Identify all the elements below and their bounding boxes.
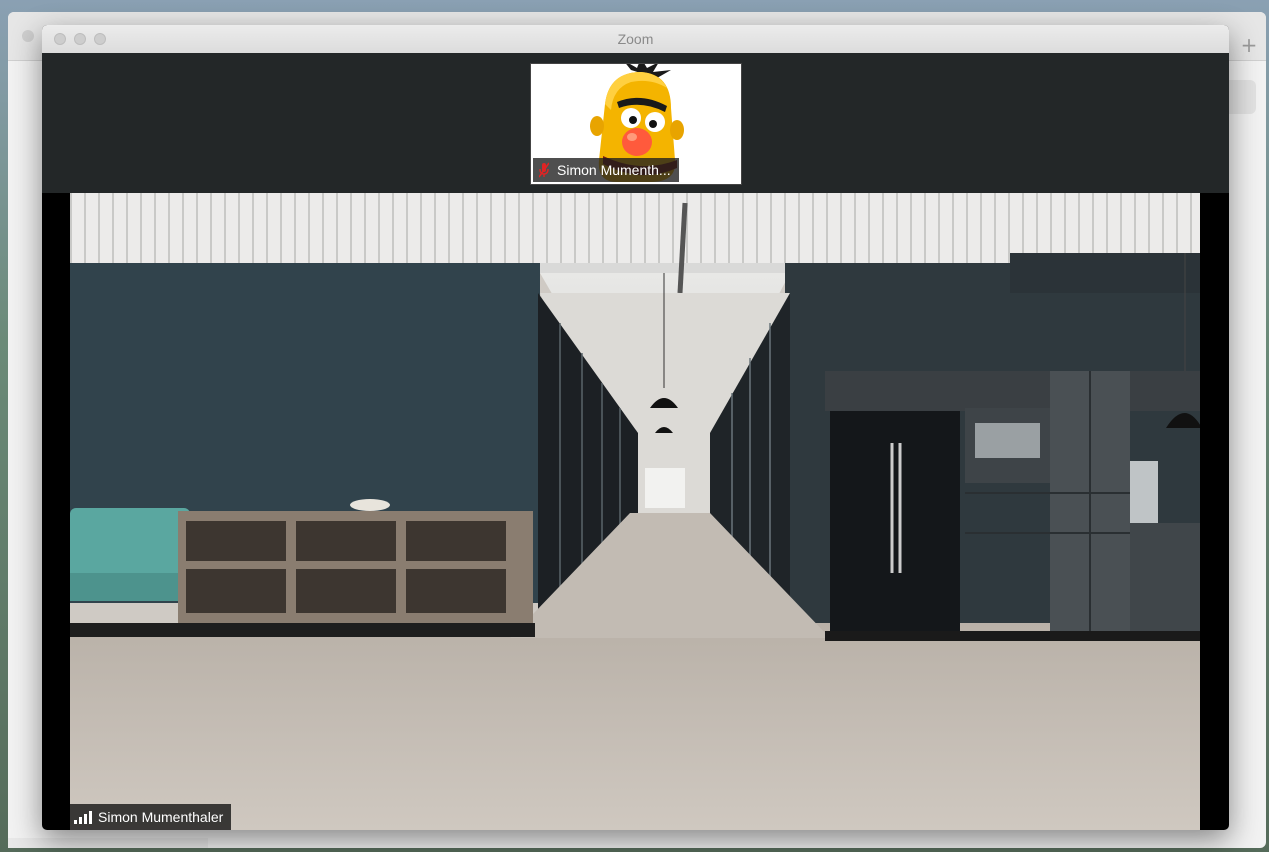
thumbnail-name-label: Simon Mumenth... xyxy=(533,158,679,182)
participant-thumbnail[interactable]: Simon Mumenth... xyxy=(530,63,742,185)
thumbnail-strip: Simon Mumenth... xyxy=(42,53,1229,193)
new-tab-icon[interactable]: + xyxy=(1238,34,1260,56)
zoom-window: Zoom Simon Mumenth... Simon Mumenthaler xyxy=(42,25,1229,830)
signal-strength-icon xyxy=(74,810,92,824)
titlebar[interactable]: Zoom xyxy=(42,25,1229,54)
bg-close-dot xyxy=(22,30,34,42)
active-speaker-video[interactable]: Simon Mumenthaler xyxy=(70,193,1200,830)
window-title: Zoom xyxy=(617,31,654,47)
muted-mic-icon xyxy=(539,162,549,178)
office-background-image xyxy=(70,193,1200,830)
thumbnail-participant-name: Simon Mumenth... xyxy=(557,162,671,178)
active-speaker-name-label: Simon Mumenthaler xyxy=(70,804,232,830)
background-bottom-bar xyxy=(8,838,208,848)
active-speaker-name: Simon Mumenthaler xyxy=(98,809,224,825)
